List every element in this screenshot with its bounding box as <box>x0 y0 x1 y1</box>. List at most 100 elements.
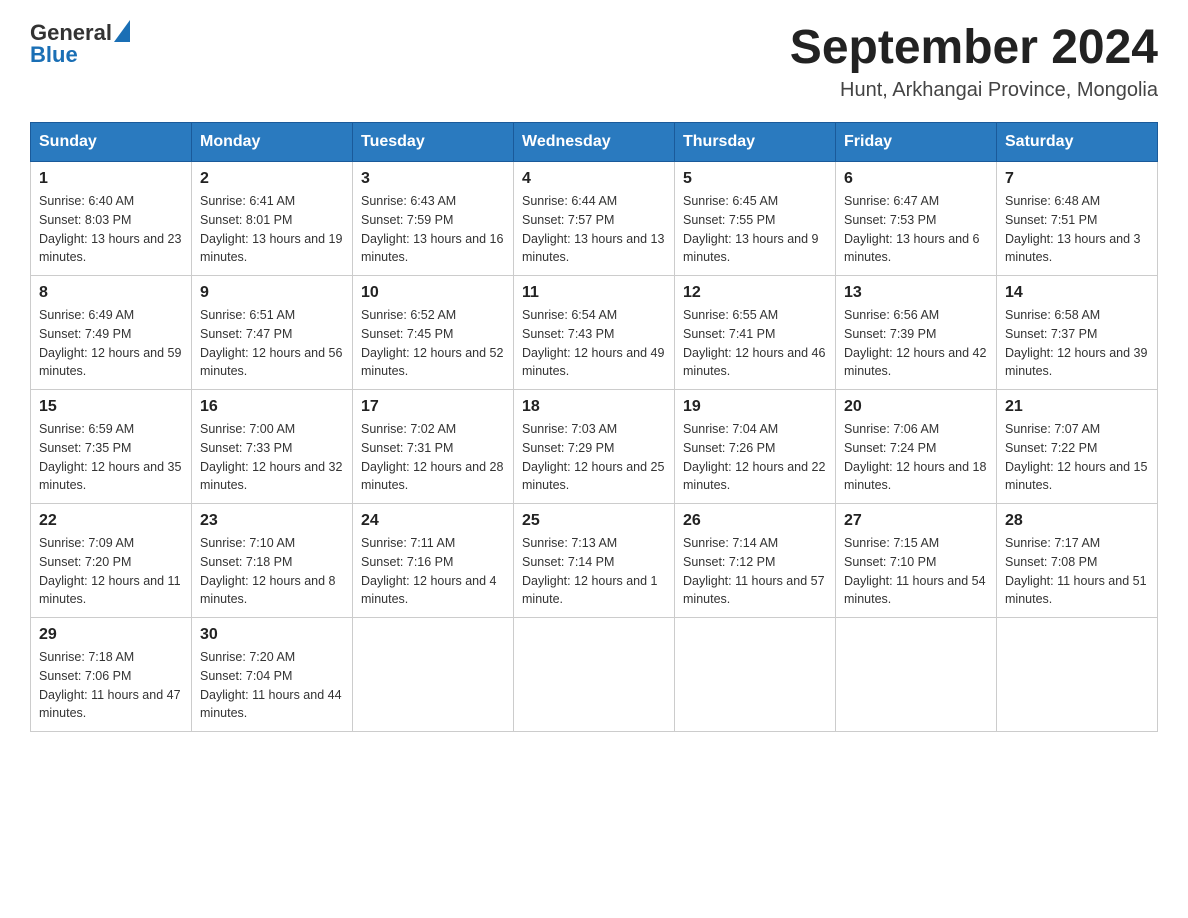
day-number: 28 <box>1005 512 1149 530</box>
day-info: Sunrise: 6:54 AMSunset: 7:43 PMDaylight:… <box>522 306 666 381</box>
calendar-cell <box>353 618 514 732</box>
calendar-cell: 29 Sunrise: 7:18 AMSunset: 7:06 PMDayligh… <box>31 618 192 732</box>
calendar-cell: 7 Sunrise: 6:48 AMSunset: 7:51 PMDaylight… <box>997 162 1158 276</box>
col-sunday: Sunday <box>31 123 192 162</box>
calendar-cell: 5 Sunrise: 6:45 AMSunset: 7:55 PMDaylight… <box>675 162 836 276</box>
calendar-cell: 23 Sunrise: 7:10 AMSunset: 7:18 PMDayligh… <box>192 504 353 618</box>
calendar-week-row: 1 Sunrise: 6:40 AMSunset: 8:03 PMDaylight… <box>31 162 1158 276</box>
calendar-header-row: Sunday Monday Tuesday Wednesday Thursday… <box>31 123 1158 162</box>
day-number: 4 <box>522 170 666 188</box>
day-number: 27 <box>844 512 988 530</box>
day-number: 14 <box>1005 284 1149 302</box>
title-section: September 2024 Hunt, Arkhangai Province,… <box>790 20 1158 102</box>
calendar-cell <box>997 618 1158 732</box>
calendar-cell: 3 Sunrise: 6:43 AMSunset: 7:59 PMDaylight… <box>353 162 514 276</box>
day-info: Sunrise: 6:58 AMSunset: 7:37 PMDaylight:… <box>1005 306 1149 381</box>
day-info: Sunrise: 6:40 AMSunset: 8:03 PMDaylight:… <box>39 192 183 267</box>
day-number: 20 <box>844 398 988 416</box>
day-number: 16 <box>200 398 344 416</box>
day-info: Sunrise: 7:09 AMSunset: 7:20 PMDaylight:… <box>39 534 183 609</box>
col-wednesday: Wednesday <box>514 123 675 162</box>
day-info: Sunrise: 7:14 AMSunset: 7:12 PMDaylight:… <box>683 534 827 609</box>
calendar-week-row: 15Sunrise: 6:59 AMSunset: 7:35 PMDayligh… <box>31 390 1158 504</box>
col-monday: Monday <box>192 123 353 162</box>
day-number: 19 <box>683 398 827 416</box>
day-info: Sunrise: 7:10 AMSunset: 7:18 PMDaylight:… <box>200 534 344 609</box>
day-info: Sunrise: 6:41 AMSunset: 8:01 PMDaylight:… <box>200 192 344 267</box>
calendar-cell: 11 Sunrise: 6:54 AMSunset: 7:43 PMDayligh… <box>514 276 675 390</box>
day-number: 29 <box>39 626 183 644</box>
day-number: 10 <box>361 284 505 302</box>
calendar-cell: 14 Sunrise: 6:58 AMSunset: 7:37 PMDayligh… <box>997 276 1158 390</box>
day-info: Sunrise: 7:11 AMSunset: 7:16 PMDaylight:… <box>361 534 505 609</box>
day-info: Sunrise: 6:56 AMSunset: 7:39 PMDaylight:… <box>844 306 988 381</box>
col-thursday: Thursday <box>675 123 836 162</box>
calendar-cell: 10 Sunrise: 6:52 AMSunset: 7:45 PMDayligh… <box>353 276 514 390</box>
day-info: Sunrise: 7:03 AMSunset: 7:29 PMDaylight:… <box>522 420 666 495</box>
calendar-cell: 1 Sunrise: 6:40 AMSunset: 8:03 PMDaylight… <box>31 162 192 276</box>
day-info: Sunrise: 6:43 AMSunset: 7:59 PMDaylight:… <box>361 192 505 267</box>
day-info: Sunrise: 7:04 AMSunset: 7:26 PMDaylight:… <box>683 420 827 495</box>
day-info: Sunrise: 7:06 AMSunset: 7:24 PMDaylight:… <box>844 420 988 495</box>
col-saturday: Saturday <box>997 123 1158 162</box>
logo-triangle-icon <box>114 20 130 42</box>
day-info: Sunrise: 6:45 AMSunset: 7:55 PMDaylight:… <box>683 192 827 267</box>
day-number: 6 <box>844 170 988 188</box>
calendar-cell <box>514 618 675 732</box>
calendar-cell: 9Sunrise: 6:51 AMSunset: 7:47 PMDaylight… <box>192 276 353 390</box>
day-number: 26 <box>683 512 827 530</box>
calendar-cell: 4 Sunrise: 6:44 AMSunset: 7:57 PMDaylight… <box>514 162 675 276</box>
calendar-week-row: 8 Sunrise: 6:49 AMSunset: 7:49 PMDaylight… <box>31 276 1158 390</box>
day-info: Sunrise: 6:59 AMSunset: 7:35 PMDaylight:… <box>39 420 183 495</box>
calendar-cell: 17 Sunrise: 7:02 AMSunset: 7:31 PMDayligh… <box>353 390 514 504</box>
calendar-subtitle: Hunt, Arkhangai Province, Mongolia <box>790 79 1158 102</box>
day-number: 21 <box>1005 398 1149 416</box>
calendar-cell: 27 Sunrise: 7:15 AMSunset: 7:10 PMDayligh… <box>836 504 997 618</box>
day-info: Sunrise: 6:47 AMSunset: 7:53 PMDaylight:… <box>844 192 988 267</box>
calendar-cell: 12 Sunrise: 6:55 AMSunset: 7:41 PMDayligh… <box>675 276 836 390</box>
day-info: Sunrise: 6:44 AMSunset: 7:57 PMDaylight:… <box>522 192 666 267</box>
day-info: Sunrise: 7:15 AMSunset: 7:10 PMDaylight:… <box>844 534 988 609</box>
day-number: 30 <box>200 626 344 644</box>
page-header: General Blue September 2024 Hunt, Arkhan… <box>30 20 1158 102</box>
calendar-cell: 19 Sunrise: 7:04 AMSunset: 7:26 PMDayligh… <box>675 390 836 504</box>
calendar-body: 1 Sunrise: 6:40 AMSunset: 8:03 PMDaylight… <box>31 162 1158 732</box>
day-info: Sunrise: 6:55 AMSunset: 7:41 PMDaylight:… <box>683 306 827 381</box>
calendar-week-row: 22Sunrise: 7:09 AMSunset: 7:20 PMDayligh… <box>31 504 1158 618</box>
calendar-cell: 8 Sunrise: 6:49 AMSunset: 7:49 PMDaylight… <box>31 276 192 390</box>
day-info: Sunrise: 7:18 AMSunset: 7:06 PMDaylight:… <box>39 648 183 723</box>
logo-text-blue: Blue <box>30 42 130 68</box>
day-info: Sunrise: 7:02 AMSunset: 7:31 PMDaylight:… <box>361 420 505 495</box>
day-number: 1 <box>39 170 183 188</box>
day-info: Sunrise: 6:48 AMSunset: 7:51 PMDaylight:… <box>1005 192 1149 267</box>
day-number: 23 <box>200 512 344 530</box>
day-info: Sunrise: 6:49 AMSunset: 7:49 PMDaylight:… <box>39 306 183 381</box>
day-number: 17 <box>361 398 505 416</box>
day-number: 2 <box>200 170 344 188</box>
day-number: 8 <box>39 284 183 302</box>
calendar-cell <box>675 618 836 732</box>
day-number: 11 <box>522 284 666 302</box>
day-info: Sunrise: 7:00 AMSunset: 7:33 PMDaylight:… <box>200 420 344 495</box>
day-number: 5 <box>683 170 827 188</box>
calendar-table: Sunday Monday Tuesday Wednesday Thursday… <box>30 122 1158 732</box>
day-number: 7 <box>1005 170 1149 188</box>
day-info: Sunrise: 6:52 AMSunset: 7:45 PMDaylight:… <box>361 306 505 381</box>
calendar-cell: 15Sunrise: 6:59 AMSunset: 7:35 PMDayligh… <box>31 390 192 504</box>
day-number: 24 <box>361 512 505 530</box>
calendar-cell: 22Sunrise: 7:09 AMSunset: 7:20 PMDayligh… <box>31 504 192 618</box>
day-number: 3 <box>361 170 505 188</box>
calendar-cell: 13 Sunrise: 6:56 AMSunset: 7:39 PMDayligh… <box>836 276 997 390</box>
calendar-cell: 21Sunrise: 7:07 AMSunset: 7:22 PMDayligh… <box>997 390 1158 504</box>
calendar-week-row: 29 Sunrise: 7:18 AMSunset: 7:06 PMDayligh… <box>31 618 1158 732</box>
day-info: Sunrise: 7:13 AMSunset: 7:14 PMDaylight:… <box>522 534 666 609</box>
day-number: 12 <box>683 284 827 302</box>
day-info: Sunrise: 6:51 AMSunset: 7:47 PMDaylight:… <box>200 306 344 381</box>
calendar-cell: 20 Sunrise: 7:06 AMSunset: 7:24 PMDayligh… <box>836 390 997 504</box>
col-friday: Friday <box>836 123 997 162</box>
day-number: 13 <box>844 284 988 302</box>
calendar-title: September 2024 <box>790 20 1158 75</box>
calendar-cell: 18Sunrise: 7:03 AMSunset: 7:29 PMDayligh… <box>514 390 675 504</box>
calendar-cell: 25Sunrise: 7:13 AMSunset: 7:14 PMDayligh… <box>514 504 675 618</box>
calendar-cell: 6 Sunrise: 6:47 AMSunset: 7:53 PMDaylight… <box>836 162 997 276</box>
